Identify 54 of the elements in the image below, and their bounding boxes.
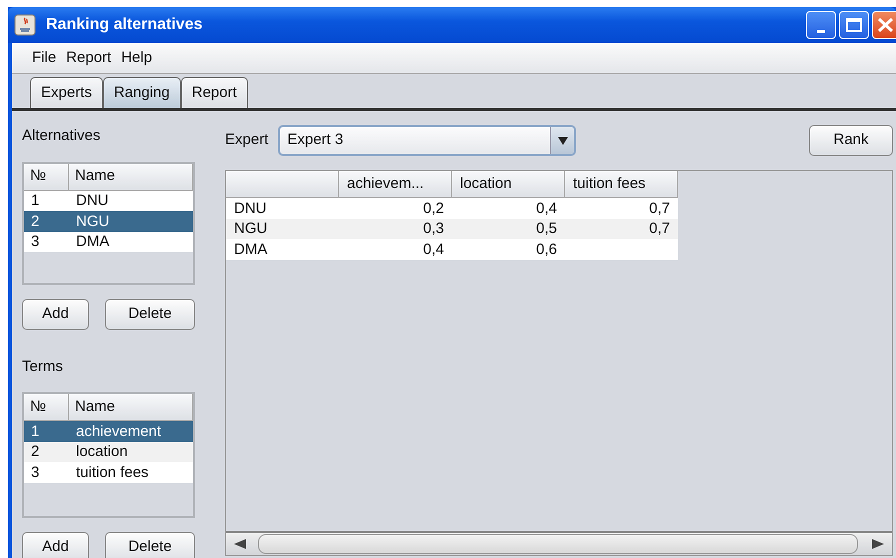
table-cell-text: DNU <box>233 200 268 216</box>
table-row[interactable]: 1 DNU <box>24 190 193 211</box>
maximize-button[interactable] <box>839 11 869 39</box>
scrollbar-thumb[interactable] <box>258 534 858 554</box>
tab[interactable]: Report <box>180 77 248 108</box>
dropdown-arrow-icon <box>558 136 568 144</box>
table-row[interactable]: 3 DMA <box>24 232 193 252</box>
table-row[interactable]: 3 tuition fees <box>24 462 193 482</box>
column-header[interactable]: location <box>452 171 565 198</box>
alternatives-label: Alternatives <box>22 126 102 146</box>
horizontal-scrollbar[interactable] <box>226 531 892 555</box>
scroll-left-icon <box>234 539 248 549</box>
table-row[interactable]: 2 location <box>24 442 193 462</box>
table-cell-text: 0,5 <box>535 221 558 236</box>
table-row[interactable]: DMA 0,4 0,6 <box>226 239 678 260</box>
table-cell-text: 0,7 <box>648 221 671 236</box>
table-row[interactable]: NGU 0,3 0,5 0,7 <box>226 218 678 239</box>
column-header[interactable]: № <box>24 394 69 420</box>
column-header[interactable]: tuition fees <box>565 171 678 198</box>
table-cell-text: 0,4 <box>422 242 445 257</box>
maximize-icon <box>845 17 863 33</box>
column-header[interactable]: № <box>24 164 69 190</box>
column-header[interactable]: achievem... <box>339 171 452 198</box>
column-header[interactable]: Name <box>69 164 193 190</box>
close-button[interactable] <box>872 11 896 39</box>
table-cell-text: DMA <box>233 242 268 257</box>
terms-label: Terms <box>22 356 64 376</box>
table-row[interactable]: 1 achievement <box>24 421 193 442</box>
rank-button[interactable]: Rank <box>809 125 893 156</box>
table-cell-text: 0,7 <box>648 200 671 216</box>
table-row[interactable]: 2 NGU <box>24 211 193 232</box>
scroll-right-icon <box>870 539 884 549</box>
column-header[interactable]: Name <box>69 394 193 420</box>
table-row[interactable]: DNU 0,2 0,4 0,7 <box>226 198 678 218</box>
delete-button[interactable]: Delete <box>105 298 195 330</box>
menu-item[interactable]: Report <box>61 46 116 70</box>
window-title: Ranking alternatives <box>46 15 202 35</box>
table-cell-text: NGU <box>233 221 268 236</box>
add-button[interactable]: Add <box>22 532 89 558</box>
add-button[interactable]: Add <box>22 298 89 330</box>
table-cell-text: 0,3 <box>422 221 445 236</box>
minimize-icon <box>817 30 825 32</box>
expert-label: Expert <box>225 130 268 150</box>
table-cell-text: 0,4 <box>535 200 558 216</box>
delete-button[interactable]: Delete <box>105 532 195 558</box>
menu-item[interactable]: File <box>27 46 62 70</box>
menu-item[interactable]: Help <box>116 46 158 70</box>
minimize-button[interactable] <box>806 11 836 39</box>
expert-dropdown[interactable]: Expert 3 <box>278 125 576 156</box>
tab[interactable]: Experts <box>30 77 103 108</box>
table-cell-text: 0,2 <box>422 200 445 216</box>
tab[interactable]: Ranging <box>102 77 181 108</box>
java-app-icon <box>14 14 36 36</box>
table-cell-text: 0,6 <box>535 242 558 257</box>
